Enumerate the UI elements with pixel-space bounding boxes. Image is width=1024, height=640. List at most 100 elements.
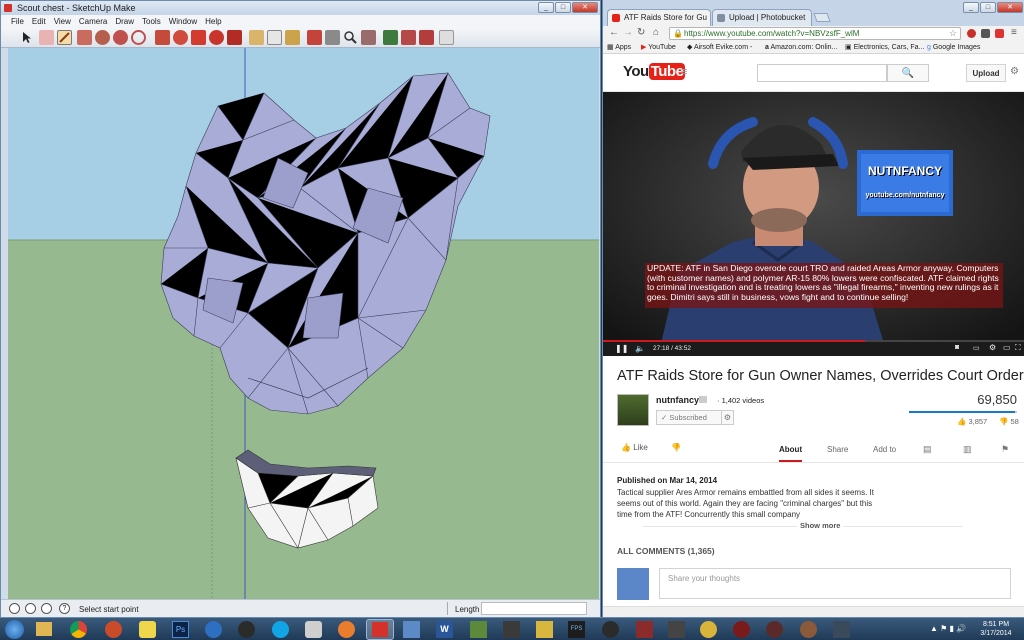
new-tab-button[interactable] — [813, 13, 831, 22]
app5-taskbar-icon[interactable] — [536, 621, 553, 638]
tab-share[interactable]: Share — [827, 445, 848, 454]
extension-gmail-icon[interactable] — [981, 29, 990, 38]
rotate-tool-icon[interactable] — [209, 30, 224, 45]
sketchup-3d-viewport[interactable] — [8, 48, 599, 599]
statistics-icon[interactable]: ▥ — [963, 444, 972, 455]
menu-view[interactable]: View — [54, 15, 71, 28]
share-model-icon[interactable] — [401, 30, 416, 45]
menu-help[interactable]: Help — [205, 15, 221, 28]
channel-avatar[interactable] — [617, 394, 649, 426]
dislike-button[interactable]: 👎 — [671, 443, 681, 452]
chrome-taskbar-icon[interactable] — [70, 621, 87, 638]
pause-button[interactable]: ❚❚ — [615, 344, 628, 353]
theater-icon[interactable]: ▭ — [1003, 343, 1011, 352]
settings-gear-icon[interactable]: ⚙ — [1010, 66, 1019, 77]
app10-taskbar-icon[interactable] — [733, 621, 750, 638]
zoom-tool-icon[interactable] — [343, 30, 358, 45]
menu-window[interactable]: Window — [169, 15, 197, 28]
tab-about[interactable]: About — [779, 445, 803, 462]
bookmark-evike[interactable]: ◆ Airsoft Evike.com - — [687, 41, 752, 54]
home-icon[interactable]: ⌂ — [653, 27, 659, 38]
app9-taskbar-icon[interactable] — [700, 621, 717, 638]
extension-icon[interactable] — [995, 29, 1004, 38]
volume-icon[interactable]: 🔈 — [635, 344, 645, 353]
app12-taskbar-icon[interactable] — [800, 621, 817, 638]
rectangle-tool-icon[interactable] — [77, 30, 92, 45]
bookmark-apps[interactable]: ▦ Apps — [607, 41, 631, 54]
explorer-taskbar-icon[interactable] — [36, 622, 52, 636]
transcript-icon[interactable]: ▤ — [923, 444, 932, 455]
search-button[interactable]: 🔍 — [887, 64, 929, 82]
bookmark-ebay[interactable]: ▣ Electronics, Cars, Fa... — [845, 41, 924, 54]
firefox-taskbar-icon[interactable] — [105, 621, 122, 638]
word-taskbar-icon[interactable]: W — [436, 621, 453, 638]
components-icon[interactable] — [419, 30, 434, 45]
scale-tool-icon[interactable] — [227, 30, 242, 45]
zoom-extents-tool-icon[interactable] — [361, 30, 376, 45]
app6-taskbar-icon[interactable] — [602, 621, 619, 638]
channel-name[interactable]: nutnfancy — [656, 395, 699, 405]
minecraft-taskbar-icon[interactable] — [470, 621, 487, 638]
bookmark-youtube[interactable]: ▶ YouTube — [641, 41, 676, 54]
model-canvas[interactable] — [8, 48, 599, 599]
app4-taskbar-icon[interactable] — [503, 621, 520, 638]
circle-tool-icon[interactable] — [95, 30, 110, 45]
credits-icon[interactable] — [25, 603, 36, 614]
pan-tool-icon[interactable] — [325, 30, 340, 45]
select-tool-icon[interactable] — [19, 30, 34, 45]
chrome-close-button[interactable]: ✕ — [997, 2, 1023, 13]
subscription-settings-icon[interactable]: ⚙ — [721, 410, 734, 425]
back-icon[interactable]: ← — [609, 27, 619, 38]
tab-add-to[interactable]: Add to — [873, 445, 896, 454]
address-bar[interactable]: 🔒 https://www.youtube.com/watch?v=NBVzsf… — [669, 27, 961, 40]
upload-button[interactable]: Upload — [966, 64, 1006, 82]
extension-icon[interactable] — [439, 30, 454, 45]
comment-input[interactable]: Share your thoughts — [659, 568, 1011, 599]
menu-draw[interactable]: Draw — [115, 15, 134, 28]
close-button[interactable]: ✕ — [572, 2, 598, 13]
show-more-button[interactable]: Show more — [797, 521, 844, 530]
extension-adblock-icon[interactable] — [967, 29, 976, 38]
chrome-maximize-button[interactable]: □ — [980, 2, 996, 13]
orbit-tool-icon[interactable] — [307, 30, 322, 45]
app13-taskbar-icon[interactable] — [833, 621, 850, 638]
bookmark-amazon[interactable]: a Amazon.com: Onlin... — [765, 41, 837, 54]
menu-file[interactable]: File — [11, 15, 24, 28]
watch-later-icon[interactable]: ▭ — [973, 344, 980, 352]
chrome-minimize-button[interactable]: _ — [963, 2, 979, 13]
measurements-box[interactable] — [481, 602, 587, 615]
youtube-logo-icon[interactable]: You Tube — [623, 63, 686, 80]
bookmark-google-images[interactable]: g Google Images — [927, 41, 980, 54]
app7-taskbar-icon[interactable] — [636, 621, 653, 638]
paint-bucket-tool-icon[interactable] — [285, 30, 300, 45]
maximize-button[interactable]: □ — [555, 2, 571, 13]
eraser-tool-icon[interactable] — [39, 30, 54, 45]
app2-taskbar-icon[interactable] — [305, 621, 322, 638]
forward-icon[interactable]: → — [623, 27, 633, 38]
menu-camera[interactable]: Camera — [79, 15, 107, 28]
skype-taskbar-icon[interactable] — [272, 621, 289, 638]
subscribed-button[interactable]: ✓ Subscribed — [656, 410, 722, 425]
fullscreen-icon[interactable]: ⛶ — [1015, 343, 1021, 353]
tab-youtube[interactable]: ATF Raids Store for Gu — [607, 9, 711, 26]
horizontal-scrollbar[interactable] — [603, 606, 1024, 617]
report-flag-icon[interactable]: ⚑ — [1001, 444, 1009, 455]
search-input[interactable] — [757, 64, 887, 82]
follow-me-tool-icon[interactable] — [173, 30, 188, 45]
arc-tool-icon[interactable] — [131, 30, 146, 45]
app11-taskbar-icon[interactable] — [766, 621, 783, 638]
like-button[interactable]: 👍 Like — [621, 443, 648, 452]
tray-clock[interactable]: 8:51 PM 3/17/2014 — [976, 620, 1016, 638]
fraps-taskbar-icon[interactable]: FPS — [568, 621, 585, 638]
warehouse-icon[interactable] — [383, 30, 398, 45]
captions-icon[interactable]: ◙ — [955, 344, 959, 351]
user-icon[interactable] — [41, 603, 52, 614]
text-tool-icon[interactable] — [267, 30, 282, 45]
menu-tools[interactable]: Tools — [142, 15, 161, 28]
start-button[interactable] — [5, 620, 24, 639]
push-pull-tool-icon[interactable] — [155, 30, 170, 45]
player-settings-icon[interactable]: ⚙ — [989, 343, 996, 352]
tape-measure-tool-icon[interactable] — [249, 30, 264, 45]
menu-edit[interactable]: Edit — [32, 15, 46, 28]
move-tool-icon[interactable] — [191, 30, 206, 45]
